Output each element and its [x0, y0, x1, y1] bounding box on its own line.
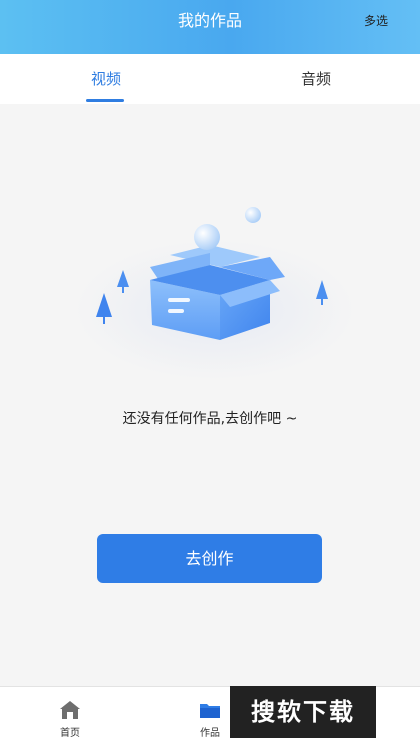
watermark: 搜软下载 [230, 686, 376, 738]
empty-box-illustration [70, 195, 360, 395]
nav-item-home[interactable]: 首页 [40, 687, 100, 739]
home-icon [58, 699, 82, 721]
tab-active-indicator [86, 99, 124, 102]
nav-label-home: 首页 [60, 728, 80, 739]
app-header: 我的作品 多选 [0, 0, 420, 54]
tab-audio[interactable]: 音频 [296, 54, 336, 104]
tab-bar: 视频 音频 [0, 54, 420, 104]
create-button[interactable]: 去创作 [97, 534, 322, 583]
multi-select-button[interactable]: 多选 [364, 0, 388, 42]
page-title: 我的作品 [177, 11, 242, 30]
empty-state-message: 还没有任何作品,去创作吧 ~ [122, 411, 298, 427]
tab-video[interactable]: 视频 [86, 54, 126, 104]
folder-icon [198, 699, 222, 721]
